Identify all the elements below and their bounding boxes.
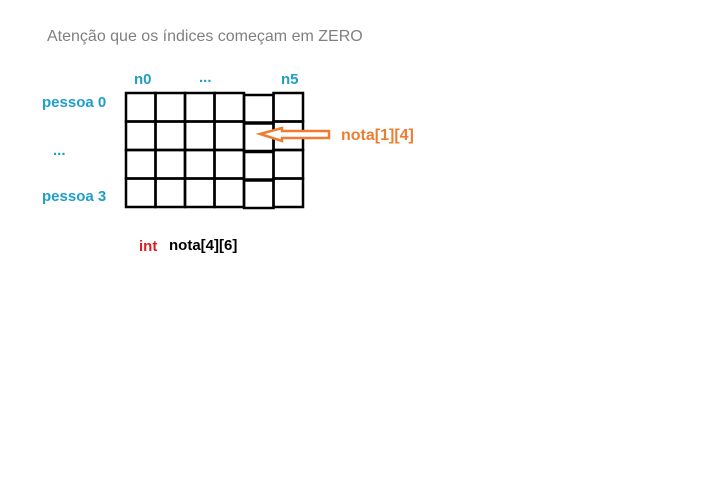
matrix-cell-0-3 [213,91,246,123]
matrix-cell-0-0 [124,91,157,123]
declaration-name: nota[4][6] [169,237,238,254]
matrix-cell-2-0 [124,148,157,180]
matrix-cell-1-2 [183,120,216,152]
matrix-cell-2-3 [213,148,246,180]
pointer-label: nota[1][4] [341,127,414,144]
matrix-cell-3-0 [124,177,157,209]
matrix-cell-0-5 [272,91,305,123]
matrix-cell-2-2 [183,148,216,180]
matrix-cell-0-1 [154,91,187,123]
matrix-cell-2-5 [272,148,305,180]
matrix-cell-3-2 [183,177,216,209]
matrix-cell-3-3 [213,177,246,209]
matrix-cell-2-1 [154,148,187,180]
pointer-arrow [255,126,331,143]
matrix-cell-2-4 [242,150,275,181]
declaration-type: int [139,238,158,255]
matrix-diagram [124,91,331,210]
matrix-cell-0-2 [183,91,216,123]
matrix-cell-0-4 [242,93,275,124]
matrix-cell-3-4 [242,179,275,210]
matrix-cell-1-0 [124,120,157,152]
matrix-cell-3-1 [154,177,187,209]
matrix-cell-1-1 [154,120,187,152]
matrix-grid [124,91,305,210]
matrix-cell-1-3 [213,120,246,152]
matrix-cell-3-5 [272,177,305,209]
